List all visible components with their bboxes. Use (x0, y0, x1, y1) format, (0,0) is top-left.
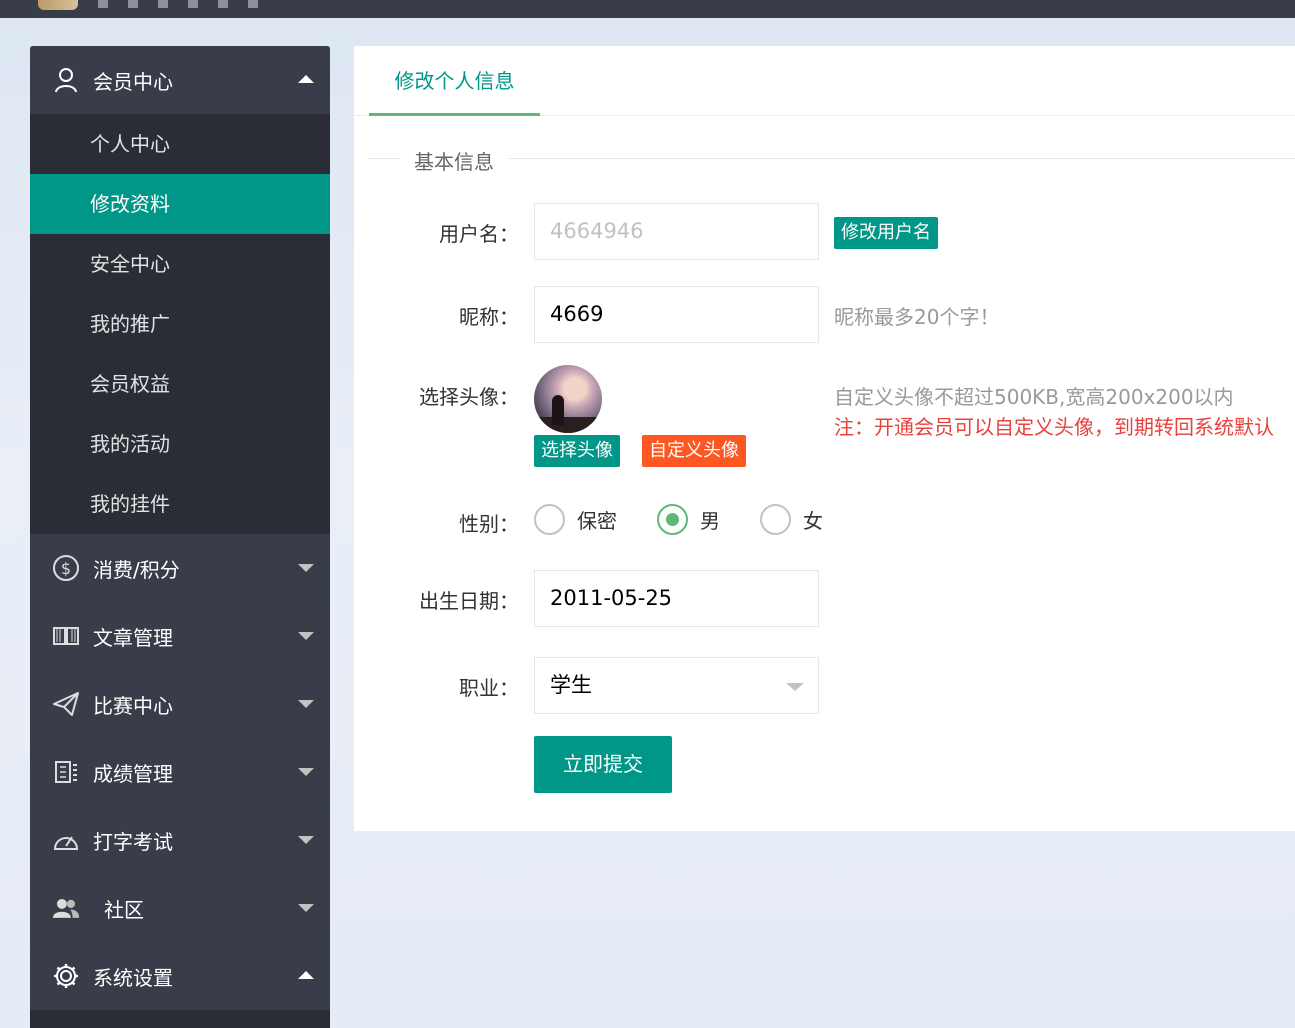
radio-male[interactable] (657, 504, 688, 535)
gender-option-male[interactable]: 男 (657, 504, 720, 535)
tab-bar: 修改个人信息 (354, 46, 1295, 116)
sidebar-group-articles[interactable]: 文章管理 (30, 602, 330, 670)
submit-button[interactable]: 立即提交 (534, 736, 672, 793)
chevron-down-icon (298, 768, 314, 776)
sidebar-group-competition[interactable]: 比赛中心 (30, 670, 330, 738)
gender-row: 性别： 保密 男 女 (354, 502, 1295, 538)
nickname-hint: 昵称最多20个字！ (834, 305, 1000, 329)
chevron-down-icon (298, 632, 314, 640)
avatar-member-note: 注：开通会员可以自定义头像，到期转回系统默认 (834, 415, 1274, 439)
book-icon (52, 622, 80, 650)
sidebar-item-member-benefits[interactable]: 会员权益 (30, 354, 330, 414)
gauge-icon (52, 826, 80, 854)
chevron-down-icon (298, 564, 314, 572)
chevron-down-icon (298, 700, 314, 708)
gender-option-secret[interactable]: 保密 (534, 504, 617, 535)
system-submenu (30, 1010, 330, 1028)
logo-text (98, 0, 258, 8)
sidebar-item-security-center[interactable]: 安全中心 (30, 234, 330, 294)
sidebar-group-label: 打字考试 (93, 829, 173, 854)
chevron-down-icon (298, 836, 314, 844)
change-username-button[interactable]: 修改用户名 (834, 217, 938, 249)
sidebar-group-consumption[interactable]: $ 消费/积分 (30, 534, 330, 602)
gender-option-female[interactable]: 女 (760, 504, 823, 535)
sidebar-item-my-promotion[interactable]: 我的推广 (30, 294, 330, 354)
username-field: 4664946 (534, 203, 819, 260)
nickname-row: 昵称： 4669 昵称最多20个字！ (354, 286, 1295, 343)
users-icon (52, 894, 80, 922)
caret-down-icon (786, 683, 804, 691)
choose-avatar-button[interactable]: 选择头像 (534, 435, 620, 467)
svg-text:$: $ (61, 559, 71, 578)
username-row: 用户名： 4664946 修改用户名 (354, 203, 1295, 260)
sidebar-group-typing-exam[interactable]: 打字考试 (30, 806, 330, 874)
user-icon (52, 66, 80, 94)
avatar-size-hint: 自定义头像不超过500KB,宽高200x200以内 (834, 385, 1234, 409)
chevron-up-icon (298, 75, 314, 83)
gear-icon (52, 962, 80, 990)
sidebar-group-label: 比赛中心 (93, 693, 173, 718)
avatar-row: 选择头像： 选择头像 自定义头像 自定义头像不超过500KB,宽高200x200… (354, 365, 1295, 475)
chevron-down-icon (298, 904, 314, 912)
birthday-label: 出生日期： (419, 589, 519, 613)
radio-female[interactable] (760, 504, 791, 535)
section-title: 基本信息 (399, 146, 509, 175)
sidebar-group-label: 文章管理 (93, 625, 173, 650)
birthday-field[interactable]: 2011-05-25 (534, 570, 819, 627)
main-panel: 修改个人信息 基本信息 用户名： 4664946 修改用户名 昵称： 4669 … (354, 46, 1295, 831)
sidebar-group-system-settings[interactable]: 系统设置 (30, 942, 330, 1010)
birthday-row: 出生日期： 2011-05-25 (354, 570, 1295, 627)
member-submenu: 个人中心 修改资料 安全中心 我的推广 会员权益 我的活动 我的挂件 (30, 114, 330, 534)
sidebar-group-scores[interactable]: 成绩管理 (30, 738, 330, 806)
sidebar-group-label: 社区 (104, 897, 144, 922)
top-header (0, 0, 1295, 18)
occupation-select[interactable]: 学生 (534, 657, 819, 714)
avatar[interactable] (534, 365, 602, 433)
paper-plane-icon (52, 690, 80, 718)
sidebar-item-personal-center[interactable]: 个人中心 (30, 114, 330, 174)
sidebar: 会员中心 个人中心 修改资料 安全中心 我的推广 会员权益 我的活动 我的挂件 … (30, 46, 330, 1028)
occupation-label: 职业： (459, 676, 519, 700)
occupation-row: 职业： 学生 (354, 657, 1295, 714)
nickname-label: 昵称： (459, 305, 519, 329)
tab-edit-profile[interactable]: 修改个人信息 (369, 46, 540, 116)
radio-label: 男 (700, 509, 720, 533)
sidebar-group-label: 消费/积分 (93, 557, 180, 582)
sidebar-item-my-pendants[interactable]: 我的挂件 (30, 474, 330, 534)
avatar-label: 选择头像： (419, 385, 519, 409)
radio-label: 女 (803, 509, 823, 533)
sidebar-item-edit-profile[interactable]: 修改资料 (30, 174, 330, 234)
custom-avatar-button[interactable]: 自定义头像 (642, 435, 746, 467)
sidebar-item-my-activities[interactable]: 我的活动 (30, 414, 330, 474)
logo (38, 0, 78, 10)
sidebar-group-label: 系统设置 (93, 965, 173, 990)
chevron-up-icon (298, 971, 314, 979)
occupation-selected-value: 学生 (550, 673, 592, 697)
sidebar-group-member-center[interactable]: 会员中心 (30, 46, 330, 114)
nickname-field[interactable]: 4669 (534, 286, 819, 343)
sidebar-group-label: 成绩管理 (93, 761, 173, 786)
sidebar-group-label: 会员中心 (93, 69, 173, 94)
gender-label: 性别： (459, 512, 519, 536)
username-label: 用户名： (439, 222, 519, 246)
radio-label: 保密 (577, 509, 617, 533)
score-icon (52, 758, 80, 786)
dollar-icon: $ (52, 554, 80, 582)
sidebar-group-community[interactable]: 社区 (30, 874, 330, 942)
radio-secret[interactable] (534, 504, 565, 535)
